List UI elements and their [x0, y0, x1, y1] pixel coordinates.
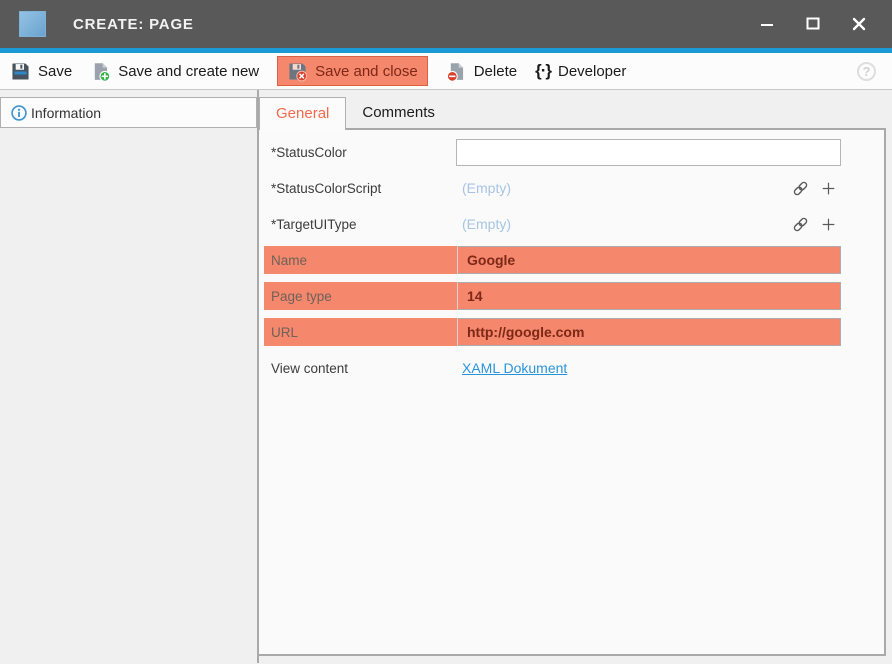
- form-row-name: Name Google: [264, 246, 841, 274]
- save-button[interactable]: Save: [10, 56, 72, 86]
- targetuitype-add-button[interactable]: [818, 214, 838, 234]
- save-and-create-new-label: Save and create new: [118, 63, 259, 80]
- statuscolorscript-label: *StatusColorScript: [271, 181, 456, 196]
- save-and-create-new-button[interactable]: Save and create new: [90, 56, 259, 86]
- statuscolor-input[interactable]: [456, 139, 841, 166]
- save-floppy-icon: [10, 61, 31, 82]
- form-row-targetuitype: *TargetUIType (Empty): [259, 210, 884, 238]
- save-button-label: Save: [38, 63, 72, 80]
- save-close-floppy-icon: [287, 61, 308, 82]
- create-page-window: CREATE: PAGE Save: [0, 0, 892, 664]
- chain-link-icon: [791, 215, 810, 234]
- info-icon: [10, 104, 28, 122]
- form-row-viewcontent: View content XAML Dokument: [259, 354, 884, 382]
- form-row-statuscolor: *StatusColor: [259, 138, 884, 166]
- tab-general-label: General: [276, 105, 329, 122]
- plus-icon: [820, 216, 837, 233]
- statuscolor-label: *StatusColor: [271, 145, 456, 160]
- form-row-statuscolorscript: *StatusColorScript (Empty): [259, 174, 884, 202]
- statuscolorscript-link-button[interactable]: [790, 178, 810, 198]
- statuscolorscript-add-button[interactable]: [818, 178, 838, 198]
- tab-comments-label: Comments: [362, 104, 435, 121]
- save-and-close-button[interactable]: Save and close: [277, 56, 428, 86]
- developer-braces-icon: {·}: [535, 61, 551, 81]
- titlebar: CREATE: PAGE: [0, 0, 892, 48]
- viewcontent-label: View content: [271, 361, 456, 376]
- sidebar-item-information[interactable]: Information: [0, 97, 257, 128]
- sidebar-item-label: Information: [31, 105, 101, 121]
- document-delete-icon: [446, 61, 467, 82]
- general-tab-panel: *StatusColor *StatusColorScript (Empty): [257, 128, 886, 656]
- window-controls: [744, 4, 892, 44]
- tab-strip: General Comments: [259, 97, 451, 129]
- main-area: Information General Comments *StatusColo…: [0, 90, 892, 663]
- url-value: http://google.com: [467, 324, 584, 340]
- targetuitype-link-button[interactable]: [790, 214, 810, 234]
- statuscolorscript-value[interactable]: (Empty): [456, 180, 511, 196]
- plus-icon: [820, 180, 837, 197]
- pagetype-value: 14: [467, 288, 483, 304]
- tab-comments[interactable]: Comments: [346, 97, 451, 128]
- close-button[interactable]: [836, 4, 882, 44]
- form-row-pagetype: Page type 14: [264, 282, 841, 310]
- url-input[interactable]: http://google.com: [457, 318, 841, 346]
- developer-button[interactable]: {·} Developer: [535, 56, 626, 86]
- delete-button-label: Delete: [474, 63, 517, 80]
- name-value: Google: [467, 252, 515, 268]
- document-new-icon: [90, 61, 111, 82]
- window-title: CREATE: PAGE: [73, 16, 194, 33]
- pagetype-input[interactable]: 14: [457, 282, 841, 310]
- targetuitype-label: *TargetUIType: [271, 217, 456, 232]
- tab-general[interactable]: General: [259, 97, 346, 130]
- developer-button-label: Developer: [558, 63, 626, 80]
- view-content-link[interactable]: XAML Dokument: [456, 360, 567, 376]
- help-icon[interactable]: ?: [857, 62, 876, 81]
- statuscolorscript-actions: [790, 178, 838, 198]
- targetuitype-value[interactable]: (Empty): [456, 216, 511, 232]
- targetuitype-actions: [790, 214, 838, 234]
- app-icon: [19, 11, 46, 37]
- url-label: URL: [271, 325, 457, 340]
- delete-button[interactable]: Delete: [446, 56, 517, 86]
- close-icon: [849, 14, 869, 34]
- maximize-button[interactable]: [790, 4, 836, 44]
- save-and-close-label: Save and close: [315, 63, 418, 80]
- maximize-icon: [803, 14, 823, 34]
- form-row-url: URL http://google.com: [264, 318, 841, 346]
- name-label: Name: [271, 253, 457, 268]
- name-input[interactable]: Google: [457, 246, 841, 274]
- minimize-icon: [757, 14, 777, 34]
- minimize-button[interactable]: [744, 4, 790, 44]
- pagetype-label: Page type: [271, 289, 457, 304]
- chain-link-icon: [791, 179, 810, 198]
- toolbar: Save Save and create new Save and close: [0, 53, 892, 90]
